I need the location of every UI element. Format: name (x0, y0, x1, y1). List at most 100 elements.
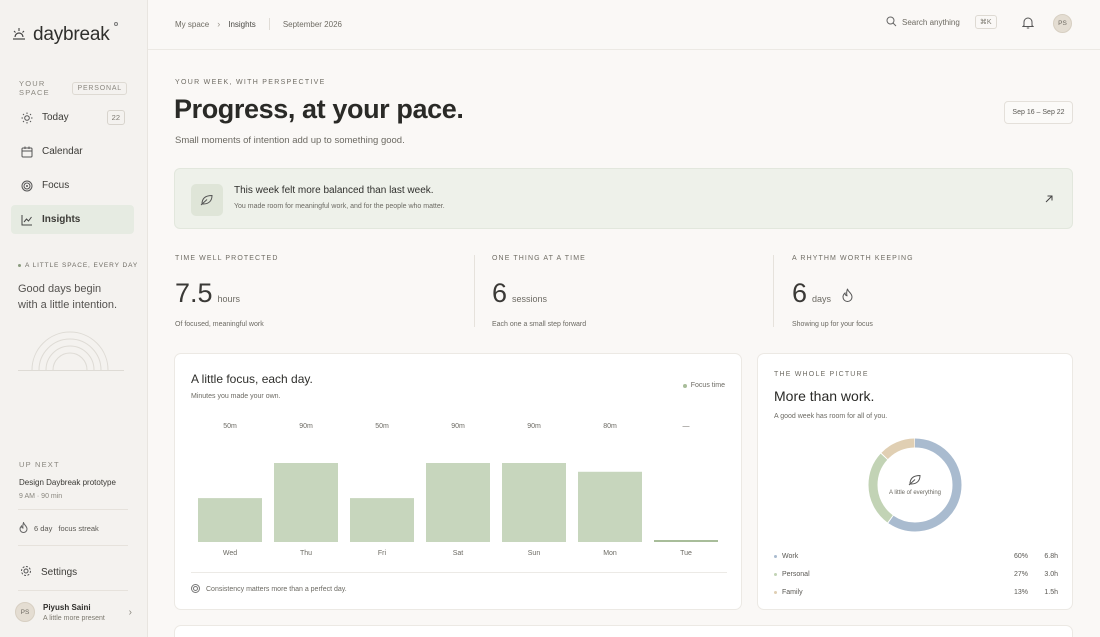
stat-value-row: 7.5 hours (175, 278, 278, 309)
stat-label: ONE THING AT A TIME (492, 255, 586, 262)
sidebar-item-calendar[interactable]: Calendar (11, 137, 134, 166)
flame-icon (842, 288, 853, 305)
sidebar-item-insights[interactable]: Insights (11, 205, 134, 234)
x-tick-label: Mon (603, 550, 617, 557)
focus-chart-card: A little focus, each day. Minutes you ma… (174, 353, 742, 610)
legend-row-personal: Personal 27% 3.0h (774, 565, 1058, 583)
sidebar-item-focus[interactable]: Focus (11, 171, 134, 200)
sidebar-item-today[interactable]: Today 22 (11, 103, 134, 132)
up-next[interactable]: UP NEXT Design Daybreak prototype 9 AM ·… (19, 460, 116, 500)
stat-note: Showing up for your focus (792, 321, 873, 328)
topbar: My space › Insights September 2026 Searc… (148, 0, 1100, 50)
breadcrumb-insights[interactable]: Insights (228, 20, 256, 29)
stat-unit: days (812, 294, 832, 304)
leaf-icon (908, 474, 921, 486)
profile-menu[interactable]: PS Piyush Saini A little more present › (15, 602, 132, 622)
stat-label: TIME WELL PROTECTED (175, 255, 279, 262)
legend-hours: 6.8h (1044, 552, 1058, 560)
sidebar-item-label: Calendar (42, 146, 83, 157)
focus-bar-chart: 50m Wed 90m Thu 50m Fri 90m Sat 90m Sun 80m Mon — Tue (198, 423, 718, 557)
bar-fri[interactable] (350, 498, 414, 542)
flame-icon (19, 520, 28, 535)
bar-sat[interactable] (426, 463, 490, 542)
bar-sun[interactable] (502, 463, 566, 542)
legend-label: Personal (782, 570, 810, 578)
legend-label: Family (782, 588, 803, 596)
card-footer: Consistency matters more than a perfect … (191, 584, 347, 595)
breadcrumb-my-space[interactable]: My space (175, 20, 209, 29)
chart-legend: Focus time (682, 382, 725, 389)
balance-legend: Work 60% 6.8h Personal 27% 3.0h Family 1… (774, 547, 1058, 601)
divider (18, 509, 128, 510)
stat-note: Of focused, meaningful work (175, 321, 264, 328)
card-eyebrow: THE WHOLE PICTURE (774, 371, 869, 378)
sidebar-item-label: Focus (42, 180, 70, 191)
breadcrumb: My space › Insights September 2026 (175, 18, 342, 30)
divider (191, 572, 727, 573)
divider (773, 255, 774, 327)
space-label: YOUR SPACE (19, 79, 50, 97)
donut-center-text: A little of everything (888, 490, 942, 496)
legend-percent: 13% (1013, 588, 1028, 596)
search-input[interactable]: Search anything ⌘K (886, 15, 997, 29)
legend-hours: 1.5h (1044, 588, 1058, 596)
stat-unit: sessions (512, 294, 548, 304)
sidebar-nav: Today 22 Calendar Focus Insights (11, 103, 134, 239)
arrow-up-right-icon[interactable] (1044, 193, 1054, 207)
x-tick-label: Thu (300, 550, 312, 557)
card-title: A little focus, each day. (191, 372, 313, 386)
sunrise-logo-icon (11, 27, 27, 44)
bar-thu[interactable] (274, 463, 338, 542)
bar-wed[interactable] (198, 498, 262, 542)
stat-label: A RHYTHM WORTH KEEPING (792, 255, 914, 262)
stat-unit: hours (217, 294, 241, 304)
bar-mon[interactable] (578, 471, 642, 542)
target-icon (191, 584, 200, 595)
stat-number: 6 (492, 278, 508, 308)
sun-icon (20, 111, 33, 124)
settings-label: Settings (41, 566, 78, 578)
chevron-right-icon: › (128, 606, 132, 618)
page-eyebrow: YOUR WEEK, WITH PERSPECTIVE (175, 79, 326, 86)
logo-mark-dot (113, 22, 118, 26)
logo[interactable]: daybreak (11, 22, 118, 46)
divider (268, 18, 270, 30)
gear-icon (20, 565, 32, 580)
space-pill[interactable]: PERSONAL (72, 81, 127, 95)
bar-value-label: 90m (451, 423, 465, 430)
page-title: Progress, at your pace. (174, 94, 464, 124)
legend-label: Focus time (690, 382, 725, 389)
avatar: PS (15, 602, 35, 622)
quote-tag: A LITTLE SPACE, EVERY DAY (18, 262, 138, 269)
search-icon (886, 16, 897, 29)
stat-value-row: 6 sessions (492, 278, 586, 309)
chart-icon (20, 213, 33, 226)
stat-rhythm: A RHYTHM WORTH KEEPING 6 days Showing up… (792, 255, 914, 328)
user-avatar[interactable]: PS (1053, 14, 1072, 33)
chevron-right-icon: › (217, 19, 221, 29)
x-tick-label: Sun (528, 550, 541, 557)
streak-count: 6 day (34, 524, 53, 533)
date-range-button[interactable]: Sep 16 – Sep 22 (1004, 101, 1073, 124)
quote-dot (18, 264, 21, 267)
up-next-time: 9 AM · 90 min (19, 493, 63, 500)
page-subtitle: Small moments of intention add up to som… (175, 135, 405, 146)
banner-subtitle: You made room for meaningful work, and f… (234, 203, 445, 210)
legend-swatch (682, 383, 687, 388)
leaf-icon (191, 184, 223, 216)
sunrise-arcs-illustration (18, 330, 124, 375)
next-card-peek (174, 625, 1073, 637)
legend-dot (774, 590, 777, 594)
whole-picture-card: THE WHOLE PICTURE More than work. A good… (757, 353, 1073, 610)
stat-number: 7.5 (175, 278, 213, 308)
bar-tue[interactable] (654, 540, 718, 542)
legend-dot (774, 572, 777, 576)
card-title: More than work. (774, 388, 875, 404)
quote-line-1: Good days begin (18, 283, 102, 295)
settings-button[interactable]: Settings (11, 563, 134, 581)
bell-icon[interactable] (1021, 16, 1035, 32)
stat-number: 6 (792, 278, 808, 308)
legend-label: Work (782, 552, 799, 560)
divider (18, 590, 128, 591)
up-next-title: Design Daybreak prototype (19, 478, 116, 487)
